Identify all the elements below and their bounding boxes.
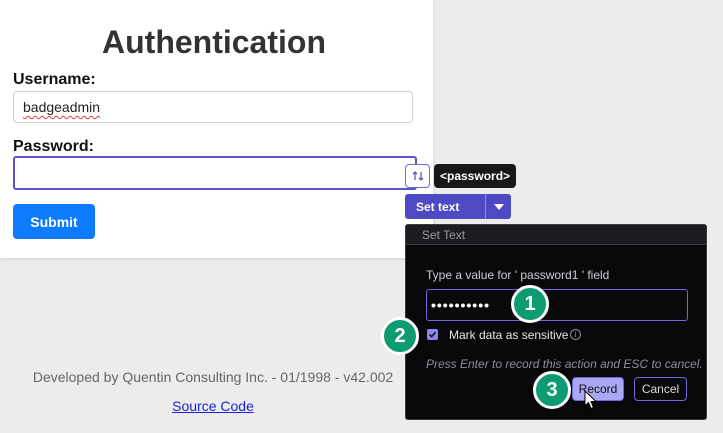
value-input[interactable]: •••••••••• <box>426 289 688 321</box>
caret-down-icon <box>493 203 504 210</box>
info-icon[interactable]: i <box>570 329 581 340</box>
footer-text: Developed by Quentin Consulting Inc. - 0… <box>32 369 394 385</box>
set-text-button[interactable]: Set text <box>405 194 485 219</box>
page-title: Authentication <box>102 24 326 60</box>
username-input[interactable]: badgeadmin <box>13 91 413 123</box>
masked-value: •••••••••• <box>431 297 491 313</box>
record-hint: Press Enter to record this action and ES… <box>426 357 703 371</box>
sensitive-checkbox[interactable] <box>427 329 438 340</box>
password-input[interactable] <box>13 156 417 190</box>
checkmark-icon <box>428 331 437 338</box>
sensitive-label: Mark data as sensitive <box>449 328 569 342</box>
step-badge-2: 2 <box>381 317 419 355</box>
username-value: badgeadmin <box>23 99 101 115</box>
source-code-link[interactable]: Source Code <box>0 398 426 414</box>
cancel-button[interactable]: Cancel <box>634 377 687 401</box>
sort-toggle-button[interactable] <box>405 164 430 188</box>
step-badge-3: 3 <box>533 371 571 409</box>
auth-card: Authentication Username: badgeadmin Pass… <box>0 0 433 258</box>
mouse-pointer-icon <box>584 390 598 410</box>
username-label: Username: <box>13 71 96 88</box>
value-prompt: Type a value for ' password1 ' field <box>426 268 610 282</box>
set-text-dropdown-button[interactable] <box>485 194 511 219</box>
record-button[interactable]: Record <box>572 377 624 401</box>
sort-arrows-icon <box>412 171 423 181</box>
field-type-tag: <password> <box>434 164 517 188</box>
step-badge-1: 1 <box>511 285 549 323</box>
submit-button[interactable]: Submit <box>13 204 95 239</box>
panel-title: Set Text <box>406 225 706 245</box>
set-text-split-button: Set text <box>405 194 511 219</box>
password-label: Password: <box>13 138 94 155</box>
